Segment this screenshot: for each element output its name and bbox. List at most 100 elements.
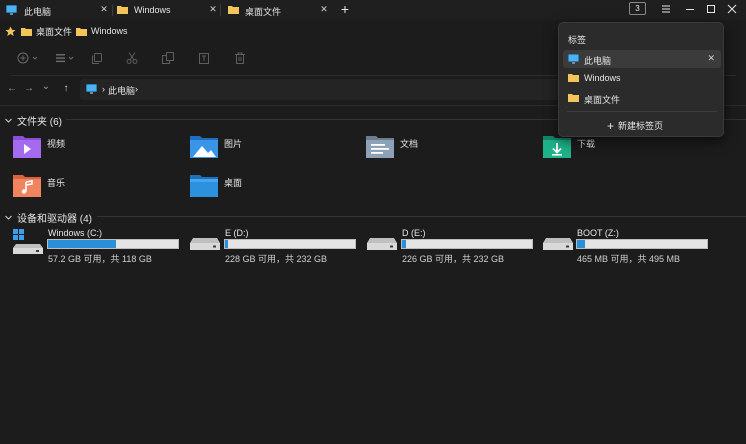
- tab-label: 此电脑: [24, 7, 52, 17]
- pictures-folder-icon: [190, 136, 218, 158]
- breadcrumb-chevron-icon[interactable]: ›: [135, 84, 138, 94]
- tab-menu-item-windows[interactable]: Windows: [563, 69, 721, 87]
- chevron-down-icon: [5, 118, 12, 123]
- folder-icon: [568, 74, 579, 82]
- delete-button[interactable]: [232, 51, 248, 65]
- new-tab-label: 新建标签页: [618, 121, 664, 131]
- drives-section-title: 设备和驱动器 (4): [17, 214, 92, 225]
- folder-label: 文档: [400, 139, 419, 149]
- tab-desktop-files[interactable]: 桌面文件 ✕: [221, 0, 335, 20]
- folder-icon: [76, 27, 87, 36]
- folder-label: 视频: [47, 139, 66, 149]
- folder-icon: [568, 94, 579, 102]
- bookmark-windows[interactable]: Windows: [76, 25, 128, 37]
- desktop-folder-icon: [190, 175, 218, 197]
- drives-section-header[interactable]: 设备和驱动器 (4): [5, 210, 92, 225]
- tab-menu-item-desktop-files[interactable]: 桌面文件: [563, 89, 721, 107]
- pc-icon: [86, 84, 97, 94]
- title-bar: 此电脑 ✕ Windows ✕ 桌面文件 ✕ + 3: [0, 0, 746, 20]
- tab-close-icon[interactable]: ✕: [98, 4, 110, 15]
- drive-e[interactable]: E (D:) 228 GB 可用，共 232 GB: [187, 228, 359, 264]
- tab-label: Windows: [134, 5, 171, 15]
- menu-divider: [567, 111, 717, 112]
- drive-usage-bar: [576, 239, 708, 249]
- copy-path-icon: [162, 52, 174, 64]
- tab-count-badge[interactable]: 3: [629, 2, 646, 15]
- drive-usage-bar: [47, 239, 179, 249]
- close-icon[interactable]: ✕: [707, 53, 715, 64]
- folder-downloads[interactable]: 下载: [542, 133, 682, 163]
- tab-label: 桌面文件: [245, 7, 282, 17]
- cut-button[interactable]: [124, 51, 140, 65]
- tab-windows[interactable]: Windows ✕: [113, 0, 220, 20]
- drive-name: E (D:): [225, 228, 249, 238]
- drive-name: Windows (C:): [48, 228, 103, 238]
- drive-z[interactable]: BOOT (Z:) 465 MB 可用，共 495 MB: [540, 228, 712, 264]
- tab-this-pc[interactable]: 此电脑 ✕: [0, 0, 112, 20]
- folder-videos[interactable]: 视频: [12, 133, 152, 163]
- drive-icon: [190, 238, 220, 250]
- view-button[interactable]: [54, 51, 78, 65]
- tab-close-icon[interactable]: ✕: [318, 4, 330, 15]
- folder-icon: [21, 27, 32, 36]
- folders-section-title: 文件夹 (6): [17, 117, 62, 128]
- up-button[interactable]: ↑: [60, 82, 72, 96]
- drive-d[interactable]: D (E:) 226 GB 可用，共 232 GB: [364, 228, 536, 264]
- maximize-button[interactable]: [703, 2, 719, 16]
- music-folder-icon: [13, 175, 41, 197]
- hamburger-icon: [662, 5, 670, 13]
- folder-label: 图片: [224, 139, 243, 149]
- pc-icon: [6, 5, 17, 15]
- folder-pictures[interactable]: 图片: [189, 133, 329, 163]
- new-tab-button[interactable]: +: [338, 1, 352, 17]
- tab-menu-item-this-pc[interactable]: 此电脑 ✕: [563, 50, 721, 68]
- rename-icon: [199, 53, 209, 64]
- chevron-down-icon: [5, 215, 12, 220]
- drive-usage-fill: [48, 240, 116, 248]
- videos-folder-icon: [13, 136, 41, 158]
- folder-icon: [228, 6, 239, 14]
- new-tab-menu-button[interactable]: + 新建标签页: [607, 119, 663, 132]
- folder-desktop[interactable]: 桌面: [189, 172, 329, 202]
- tab-menu-item-label: Windows: [584, 73, 621, 83]
- system-drive-icon: [13, 229, 43, 254]
- cut-icon: [126, 52, 138, 64]
- maximize-icon: [707, 5, 715, 13]
- documents-folder-icon: [366, 136, 394, 158]
- copy-path-button[interactable]: [160, 51, 176, 65]
- folder-label: 音乐: [47, 178, 66, 188]
- bookmark-label: 桌面文件: [36, 26, 73, 37]
- star-icon: [5, 26, 16, 36]
- copy-button[interactable]: [89, 51, 105, 65]
- back-button[interactable]: ←: [6, 82, 18, 96]
- breadcrumb-sep-icon: ›: [102, 84, 105, 94]
- drive-space-info: 57.2 GB 可用，共 118 GB: [48, 254, 152, 264]
- new-button[interactable]: [16, 51, 42, 65]
- drive-icon: [367, 238, 397, 250]
- menu-button[interactable]: [658, 2, 674, 16]
- recent-locations-button[interactable]: ⌄: [40, 80, 52, 94]
- close-window-button[interactable]: [724, 2, 740, 16]
- minimize-button[interactable]: [682, 2, 698, 16]
- tab-close-icon[interactable]: ✕: [207, 4, 219, 15]
- new-icon: [17, 52, 38, 64]
- drive-c[interactable]: Windows (C:) 57.2 GB 可用，共 118 GB: [10, 228, 182, 264]
- address-bar[interactable]: › 此电脑 ›: [80, 79, 560, 100]
- folder-label: 桌面: [224, 178, 243, 188]
- minimize-icon: [686, 9, 694, 10]
- delete-icon: [235, 52, 245, 64]
- folder-documents[interactable]: 文档: [365, 133, 505, 163]
- folder-music[interactable]: 音乐: [12, 172, 152, 202]
- tab-menu-item-label: 此电脑: [584, 56, 612, 66]
- forward-button[interactable]: →: [23, 82, 35, 96]
- view-icon: [56, 54, 74, 63]
- breadcrumb-this-pc[interactable]: 此电脑: [108, 84, 135, 97]
- drive-usage-fill: [225, 240, 228, 248]
- drive-icon: [543, 238, 573, 250]
- folders-section-header[interactable]: 文件夹 (6): [5, 113, 62, 128]
- rename-button[interactable]: [196, 51, 212, 65]
- tab-menu-title: 标签: [568, 35, 587, 45]
- bookmark-desktop-files[interactable]: 桌面文件: [21, 25, 72, 37]
- plus-icon: +: [607, 118, 615, 133]
- tab-menu-popup: 标签 此电脑 ✕ Windows 桌面文件 + 新建标签页: [558, 22, 724, 137]
